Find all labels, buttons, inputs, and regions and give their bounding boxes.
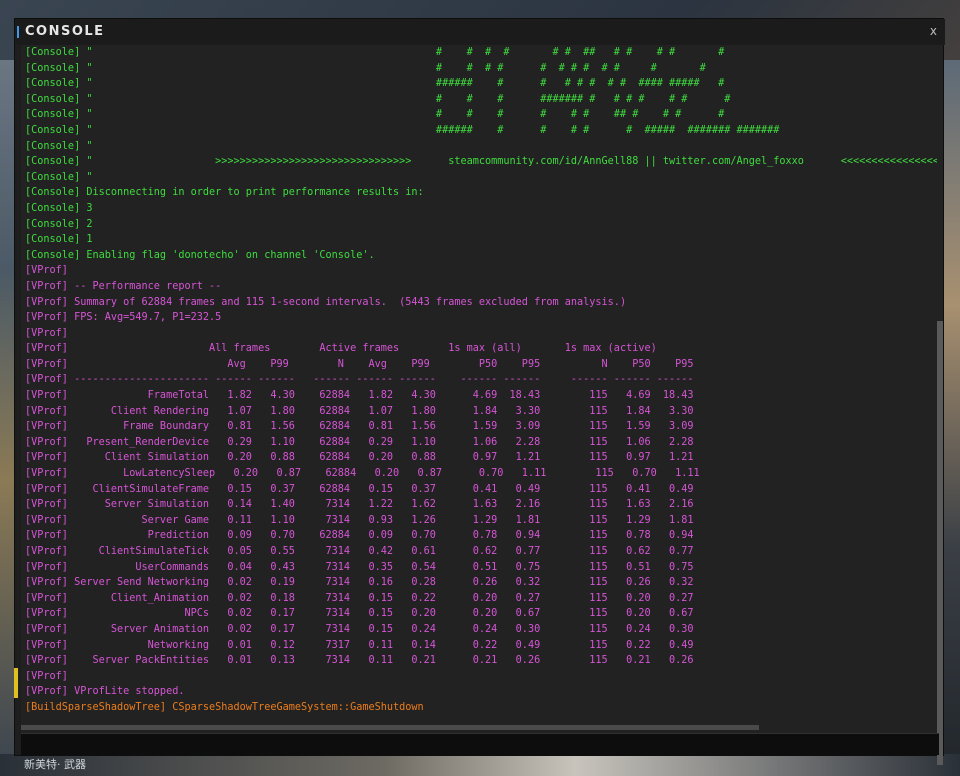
- console-line-console: [Console] 1: [25, 234, 93, 246]
- console-line-vprof: [VProf] Client Rendering 1.07 1.80 62884…: [25, 405, 694, 417]
- console-line-vprof: [VProf]: [25, 327, 68, 339]
- game-background-bottom: 新美特· 武器: [0, 754, 960, 776]
- console-line-console: [Console] ": [25, 140, 93, 152]
- console-line-console: [Console] Enabling flag 'donotecho' on c…: [25, 249, 375, 261]
- console-line-console: [Console] 2: [25, 218, 93, 230]
- console-line-console: [Console] " ###### # # # # # # # #### ##…: [25, 78, 725, 90]
- console-line-console: [Console] " ###### # # # # # ##### #####…: [25, 124, 780, 136]
- console-line-vprof: [VProf] Server Send Networking 0.02 0.19…: [25, 577, 694, 589]
- console-line-console: [Console] 3: [25, 202, 93, 214]
- console-line-vprof: [VProf] LowLatencySleep 0.20 0.87 62884 …: [25, 468, 700, 480]
- console-line-vprof: [VProf] -- Performance report --: [25, 280, 222, 292]
- console-line-vprof: [VProf] Server PackEntities 0.01 0.13 73…: [25, 655, 694, 667]
- console-line-vprof: [VProf] ---------------------- ------ --…: [25, 374, 694, 386]
- console-title: CONSOLE: [25, 24, 105, 39]
- horizontal-scrollbar[interactable]: [21, 725, 759, 730]
- title-accent-bar: [17, 26, 19, 38]
- console-lines: [Console] " # # # # # # ## # # # # # [Con…: [25, 45, 939, 716]
- console-line-vprof: [VProf]: [25, 265, 68, 277]
- hud-side-marker: [14, 668, 18, 698]
- console-line-vprof: [VProf] ClientSimulateTick 0.05 0.55 731…: [25, 546, 694, 557]
- console-output[interactable]: [Console] " # # # # # # ## # # # # # [Con…: [21, 45, 939, 739]
- console-line-vprof: [VProf] Client_Animation 0.02 0.18 7314 …: [25, 592, 694, 604]
- console-line-vprof: [VProf] VProfLite stopped.: [25, 686, 185, 698]
- console-line-vprof: [VProf] Present_RenderDevice 0.29 1.10 6…: [25, 436, 694, 448]
- console-line-vprof: [VProf]: [25, 670, 68, 682]
- console-line-vprof: [VProf] Summary of 62884 frames and 115 …: [25, 296, 627, 308]
- console-line-vprof: [VProf] Avg P99 N Avg P99 P50 P95 N P50 …: [25, 358, 694, 370]
- close-icon[interactable]: x: [930, 24, 937, 38]
- console-line-console: [Console] " # # # # # # # # # # # #: [25, 62, 706, 74]
- console-window: CONSOLE x [Console] " # # # # # # ## # #…: [14, 18, 945, 765]
- console-line-vprof: [VProf] Networking 0.01 0.12 7317 0.11 0…: [25, 639, 694, 651]
- console-line-console: [Console] " # # # ####### # # # # # # #: [25, 93, 731, 105]
- console-line-console: [Console] Disconnecting in order to prin…: [25, 187, 424, 199]
- console-line-vprof: [VProf] ClientSimulateFrame 0.15 0.37 62…: [25, 483, 694, 495]
- console-command-input[interactable]: [21, 735, 939, 756]
- console-line-vprof: [VProf] FPS: Avg=549.7, P1=232.5: [25, 312, 222, 324]
- console-line-vprof: [VProf] FrameTotal 1.82 4.30 62884 1.82 …: [25, 390, 694, 402]
- console-line-vprof: [VProf] NPCs 0.02 0.17 7314 0.15 0.20 0.…: [25, 608, 694, 620]
- console-line-console: [Console] ": [25, 171, 93, 183]
- console-line-vprof: [VProf] Server Simulation 0.14 1.40 7314…: [25, 499, 694, 511]
- hud-text: 新美特· 武器: [24, 758, 86, 771]
- console-input-bar[interactable]: [21, 733, 939, 756]
- console-line-vprof: [VProf] Server Animation 0.02 0.17 7314 …: [25, 623, 694, 635]
- console-line-build: [BuildSparseShadowTree] CSparseShadowTre…: [25, 701, 424, 713]
- console-titlebar[interactable]: CONSOLE x: [15, 19, 945, 45]
- console-line-vprof: [VProf] Prediction 0.09 0.70 62884 0.09 …: [25, 530, 694, 542]
- vertical-scrollbar[interactable]: [937, 45, 943, 765]
- vertical-scrollbar-thumb[interactable]: [937, 321, 943, 765]
- console-line-vprof: [VProf] Client Simulation 0.20 0.88 6288…: [25, 452, 694, 464]
- console-line-console: [Console] " # # # # # # ## # # # #: [25, 109, 725, 121]
- console-line-vprof: [VProf] Server Game 0.11 1.10 7314 0.93 …: [25, 514, 694, 526]
- console-line-console: [Console] " >>>>>>>>>>>>>>>>>>>>>>>>>>>>…: [25, 156, 939, 168]
- console-line-vprof: [VProf] UserCommands 0.04 0.43 7314 0.35…: [25, 561, 694, 573]
- console-line-vprof: [VProf] All frames Active frames 1s max …: [25, 343, 657, 355]
- console-line-vprof: [VProf] Frame Boundary 0.81 1.56 62884 0…: [25, 421, 694, 433]
- console-line-console: [Console] " # # # # # # ## # # # # #: [25, 47, 725, 58]
